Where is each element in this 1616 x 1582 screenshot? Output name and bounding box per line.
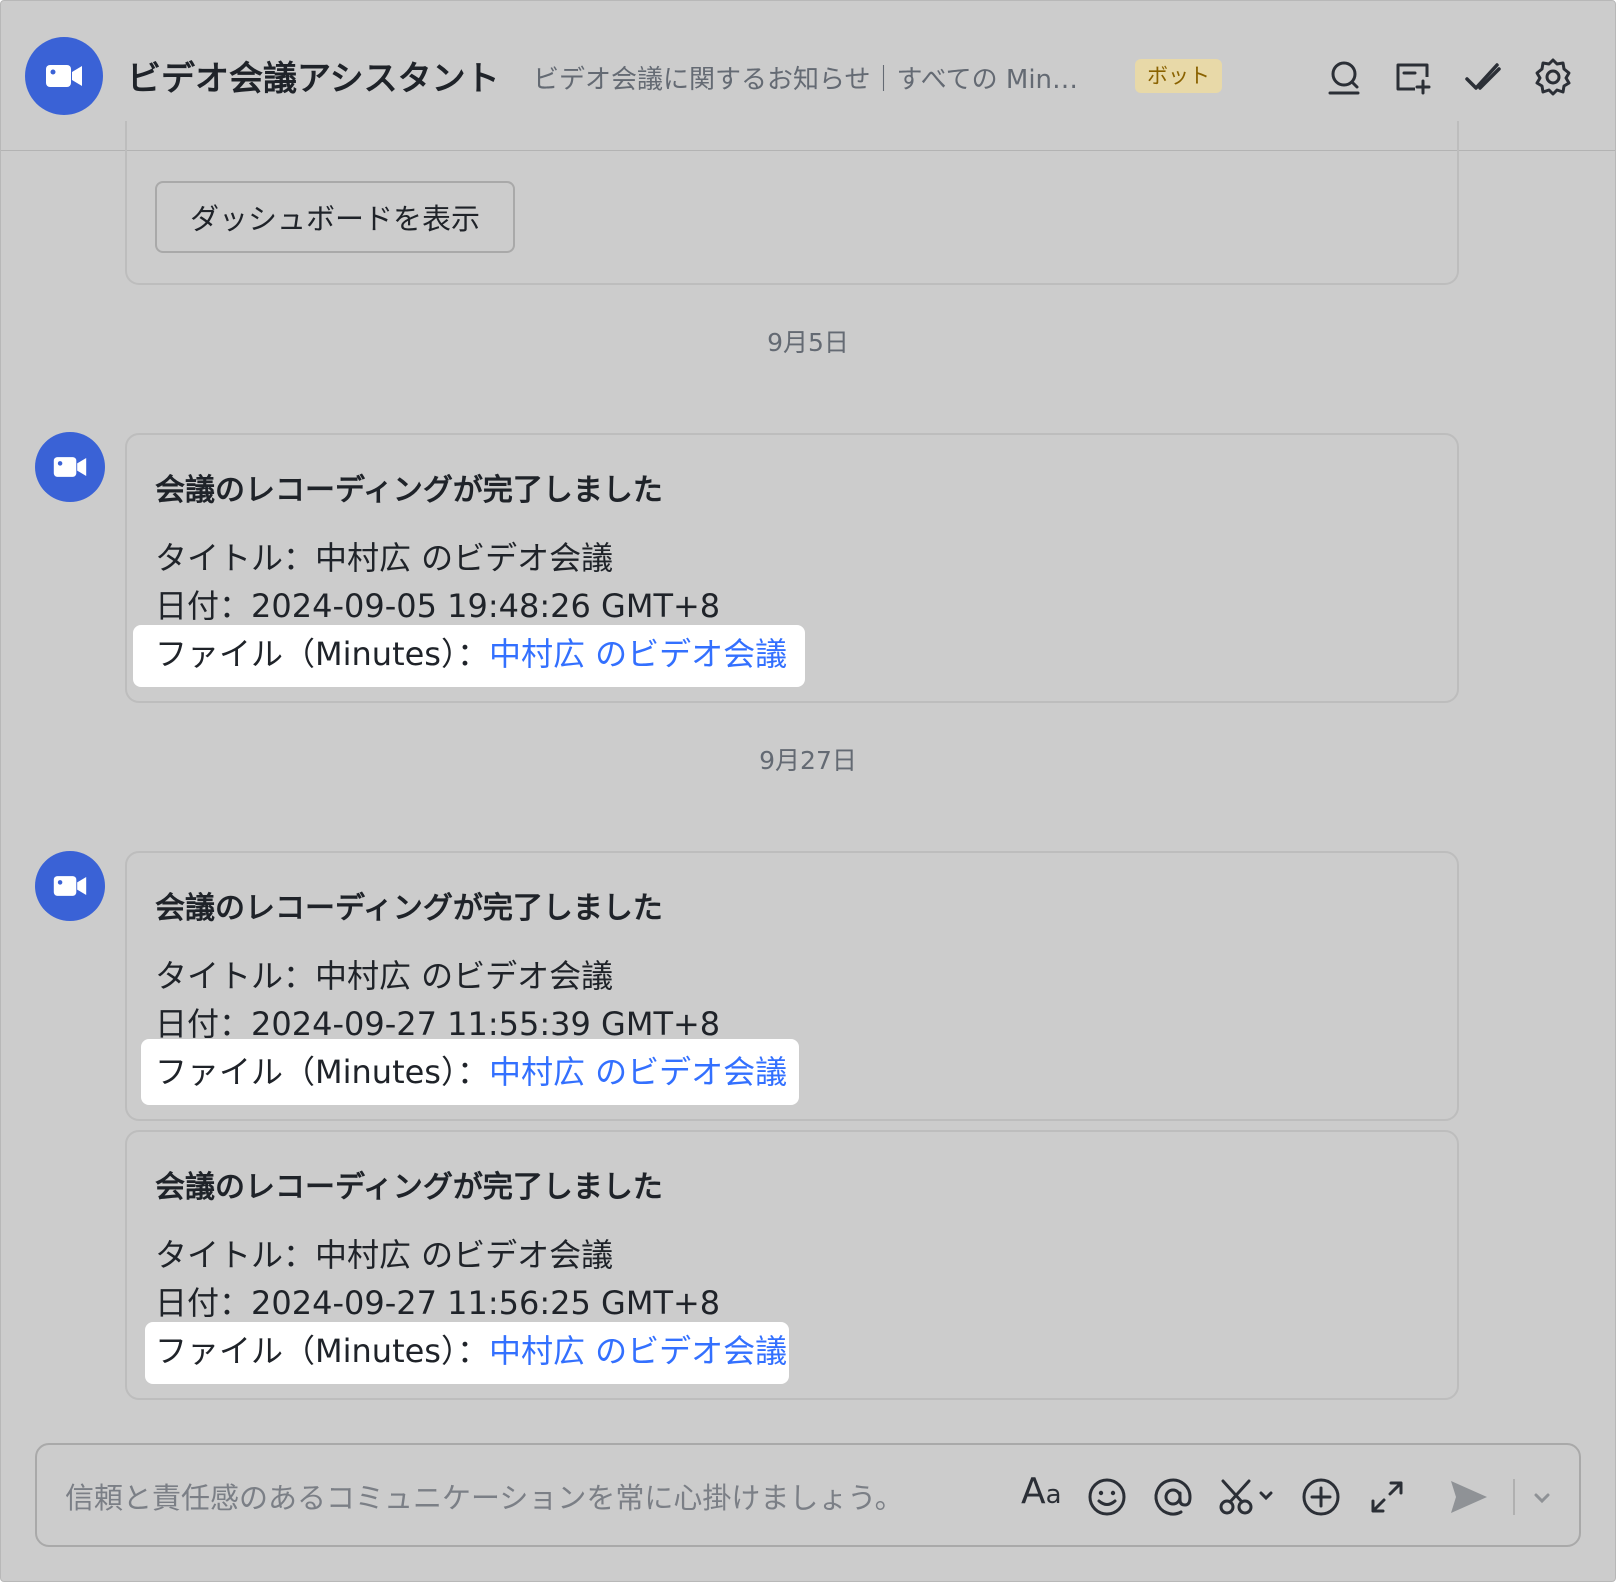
file-label: ファイル（Minutes）： [155,1053,489,1091]
date-separator: 9月27日 [759,746,857,775]
file-label: ファイル（Minutes）： [155,1332,489,1370]
meeting-title-line: タイトル：中村広 のビデオ会議 [155,539,614,577]
message-card: 会議のレコーディングが完了しました タイトル：中村広 のビデオ会議 日付：202… [125,433,1459,703]
file-label: ファイル（Minutes）： [155,635,489,673]
file-line: ファイル（Minutes）：中村広 のビデオ会議 [155,1326,787,1372]
message-card-previous: ダッシュボードを表示 [125,121,1459,285]
file-line: ファイル（Minutes）：中村広 のビデオ会議 [155,1047,787,1093]
screenshot-icon[interactable] [1217,1475,1277,1519]
date-separator: 9月5日 [767,328,849,357]
meeting-date-line: 日付：2024-09-05 19:48:26 GMT+8 [155,587,721,625]
file-line: ファイル（Minutes）：中村広 のビデオ会議 [155,629,787,675]
mention-icon[interactable] [1151,1475,1195,1519]
message-card: 会議のレコーディングが完了しました タイトル：中村広 のビデオ会議 日付：202… [125,851,1459,1121]
send-icon[interactable] [1447,1475,1491,1519]
minutes-link[interactable]: 中村広 のビデオ会議 [489,1332,787,1370]
meeting-title-line: タイトル：中村広 のビデオ会議 [155,1236,614,1274]
divider [1513,1479,1515,1515]
chevron-down-icon[interactable] [1527,1475,1557,1519]
add-icon[interactable] [1299,1475,1343,1519]
chat-description[interactable]: ビデオ会議に関するお知らせ｜すべての Min… [533,59,1093,96]
message-composer: Aa [35,1443,1581,1547]
meeting-title-line: タイトル：中村広 のビデオ会議 [155,957,614,995]
bot-avatar[interactable] [25,37,103,115]
format-label-small: a [1045,1480,1062,1510]
chat-title: ビデオ会議アシスタント [127,59,500,99]
chat-window: ビデオ会議アシスタント ビデオ会議に関するお知らせ｜すべての Min… ボット … [0,0,1616,1582]
format-label: A [1021,1471,1046,1512]
video-camera-icon [53,876,87,896]
bot-badge: ボット [1135,59,1222,93]
message-card: 会議のレコーディングが完了しました タイトル：中村広 のビデオ会議 日付：202… [125,1130,1459,1400]
minutes-link[interactable]: 中村広 のビデオ会議 [489,635,787,673]
bot-avatar[interactable] [35,851,105,921]
mark-done-icon[interactable] [1463,57,1503,97]
message-heading: 会議のレコーディングが完了しました [155,1170,663,1205]
message-input[interactable] [63,1475,997,1521]
search-icon[interactable] [1325,57,1365,97]
bot-avatar[interactable] [35,432,105,502]
message-heading: 会議のレコーディングが完了しました [155,891,663,926]
expand-icon[interactable] [1365,1475,1409,1519]
minutes-link[interactable]: 中村広 のビデオ会議 [489,1053,787,1091]
meeting-date-line: 日付：2024-09-27 11:56:25 GMT+8 [155,1284,721,1322]
view-dashboard-button[interactable]: ダッシュボードを表示 [155,181,515,253]
add-tab-icon[interactable] [1393,57,1433,97]
message-heading: 会議のレコーディングが完了しました [155,473,663,508]
video-camera-icon [46,65,82,87]
text-format-icon[interactable]: Aa [1021,1471,1062,1512]
emoji-icon[interactable] [1085,1475,1129,1519]
settings-icon[interactable] [1533,57,1573,97]
video-camera-icon [53,457,87,477]
